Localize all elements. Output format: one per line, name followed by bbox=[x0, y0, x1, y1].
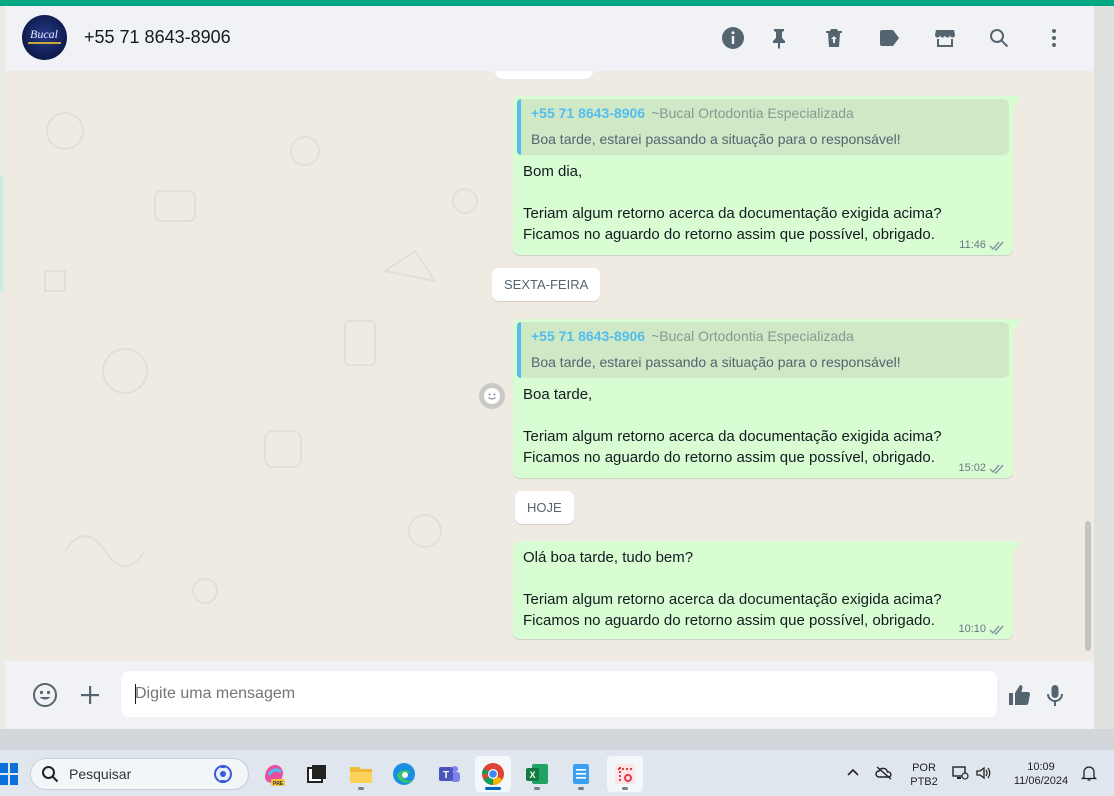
double-check-icon bbox=[989, 625, 1004, 635]
message-bubble-outgoing[interactable]: +55 71 8643-8906 ~Bucal Ortodontia Especi… bbox=[513, 96, 1021, 255]
message-bubble-outgoing[interactable]: Olá boa tarde, tudo bem? Teriam algum re… bbox=[513, 541, 1021, 639]
svg-text:T: T bbox=[443, 770, 449, 781]
bubble-tail bbox=[1013, 541, 1021, 554]
message-text: Boa tarde, Teriam algum retorno acerca d… bbox=[523, 386, 942, 466]
windows-taskbar: Pesquisar PRE T X POR PTB2 10:09 11/06/2… bbox=[0, 749, 1114, 796]
double-check-icon bbox=[989, 241, 1004, 251]
message-time: 11:46 bbox=[959, 239, 986, 251]
quote-text: Boa tarde, estarei passando a situação p… bbox=[531, 354, 901, 370]
clock[interactable]: 10:09 11/06/2024 bbox=[1004, 760, 1078, 788]
day-chip-friday: SEXTA-FEIRA bbox=[492, 268, 601, 301]
message-text: Bom dia, Teriam algum retorno acerca da … bbox=[523, 163, 942, 243]
excel-icon[interactable]: X bbox=[519, 756, 555, 792]
microphone-icon[interactable] bbox=[1040, 680, 1070, 710]
message-time: 15:02 bbox=[958, 462, 986, 474]
clock-time: 10:09 bbox=[1027, 761, 1055, 773]
teams-icon[interactable]: T bbox=[431, 756, 467, 792]
chat-scrollbar[interactable] bbox=[1085, 521, 1091, 651]
network-icon[interactable] bbox=[951, 764, 969, 782]
edge-browser-icon[interactable] bbox=[386, 756, 422, 792]
emoji-icon[interactable] bbox=[30, 680, 60, 710]
search-icon bbox=[42, 766, 59, 783]
message-time: 10:10 bbox=[958, 623, 986, 635]
taskbar-search[interactable]: Pesquisar bbox=[30, 758, 249, 790]
notepad-icon[interactable] bbox=[563, 756, 599, 792]
message-meta: 10:10 bbox=[958, 623, 1005, 635]
quoted-message[interactable]: +55 71 8643-8906 ~Bucal Ortodontia Especi… bbox=[517, 322, 1009, 378]
info-icon[interactable] bbox=[719, 24, 747, 52]
windows-start-icon[interactable] bbox=[0, 763, 18, 785]
bubble-tail bbox=[1013, 96, 1021, 109]
attach-plus-icon[interactable] bbox=[75, 680, 105, 710]
reaction-emoji-icon[interactable] bbox=[479, 383, 505, 409]
task-view-icon[interactable] bbox=[299, 756, 335, 792]
message-bubble-outgoing[interactable]: +55 71 8643-8906 ~Bucal Ortodontia Especi… bbox=[513, 319, 1021, 478]
taskbar-search-label: Pesquisar bbox=[69, 766, 132, 782]
store-icon[interactable] bbox=[931, 24, 959, 52]
notification-bell-icon[interactable] bbox=[1080, 764, 1098, 782]
pin-icon[interactable] bbox=[765, 24, 793, 52]
keyboard-layout: PTB2 bbox=[910, 776, 938, 788]
chat-panel[interactable]: +55 71 8643-8906 ~Bucal Ortodontia Especi… bbox=[5, 71, 1094, 661]
quote-text: Boa tarde, estarei passando a situação p… bbox=[531, 131, 901, 147]
label-icon[interactable] bbox=[875, 24, 903, 52]
quote-author: +55 71 8643-8906 bbox=[531, 328, 646, 344]
message-text: Olá boa tarde, tudo bem? Teriam algum re… bbox=[523, 549, 942, 629]
onedrive-offline-icon[interactable] bbox=[875, 764, 893, 782]
copilot-icon[interactable]: PRE bbox=[256, 756, 292, 792]
message-input[interactable] bbox=[121, 671, 997, 717]
bubble-tail bbox=[1013, 319, 1021, 332]
chat-header: Bucal +55 71 8643-8906 bbox=[5, 6, 1094, 71]
quote-author: +55 71 8643-8906 bbox=[531, 105, 646, 121]
delete-icon[interactable] bbox=[820, 24, 848, 52]
menu-icon[interactable] bbox=[1040, 24, 1068, 52]
svg-text:PRE: PRE bbox=[273, 781, 284, 787]
desktop-gap bbox=[0, 729, 1114, 749]
quote-group: ~Bucal Ortodontia Especializada bbox=[651, 105, 854, 121]
contact-name[interactable]: +55 71 8643-8906 bbox=[84, 27, 231, 48]
search-icon[interactable] bbox=[985, 24, 1013, 52]
text-caret bbox=[135, 684, 136, 704]
avatar[interactable]: Bucal bbox=[22, 15, 67, 60]
avatar-logo: Bucal bbox=[28, 27, 61, 44]
chevron-up-icon[interactable] bbox=[844, 764, 862, 782]
thumbs-up-icon[interactable] bbox=[1004, 680, 1034, 710]
message-meta: 11:46 bbox=[959, 239, 1005, 251]
svg-text:Bucal: Bucal bbox=[30, 27, 59, 41]
double-check-icon bbox=[989, 464, 1004, 474]
message-composer bbox=[5, 661, 1094, 729]
window-right-edge bbox=[1094, 6, 1114, 731]
snipping-tool-icon[interactable] bbox=[607, 756, 643, 792]
day-chip-today: HOJE bbox=[515, 491, 574, 524]
volume-icon[interactable] bbox=[975, 764, 993, 782]
file-explorer-icon[interactable] bbox=[343, 756, 379, 792]
quote-group: ~Bucal Ortodontia Especializada bbox=[651, 328, 854, 344]
date-chip-partial bbox=[495, 71, 593, 79]
svg-text:X: X bbox=[529, 770, 535, 780]
language-indicator[interactable]: POR PTB2 bbox=[910, 761, 938, 789]
message-meta: 15:02 bbox=[958, 462, 1005, 474]
language-code: POR bbox=[912, 762, 936, 774]
chrome-icon[interactable] bbox=[475, 756, 511, 792]
clock-date: 11/06/2024 bbox=[1013, 775, 1069, 787]
search-highlight-icon bbox=[214, 765, 232, 783]
quoted-message[interactable]: +55 71 8643-8906 ~Bucal Ortodontia Especi… bbox=[517, 99, 1009, 155]
